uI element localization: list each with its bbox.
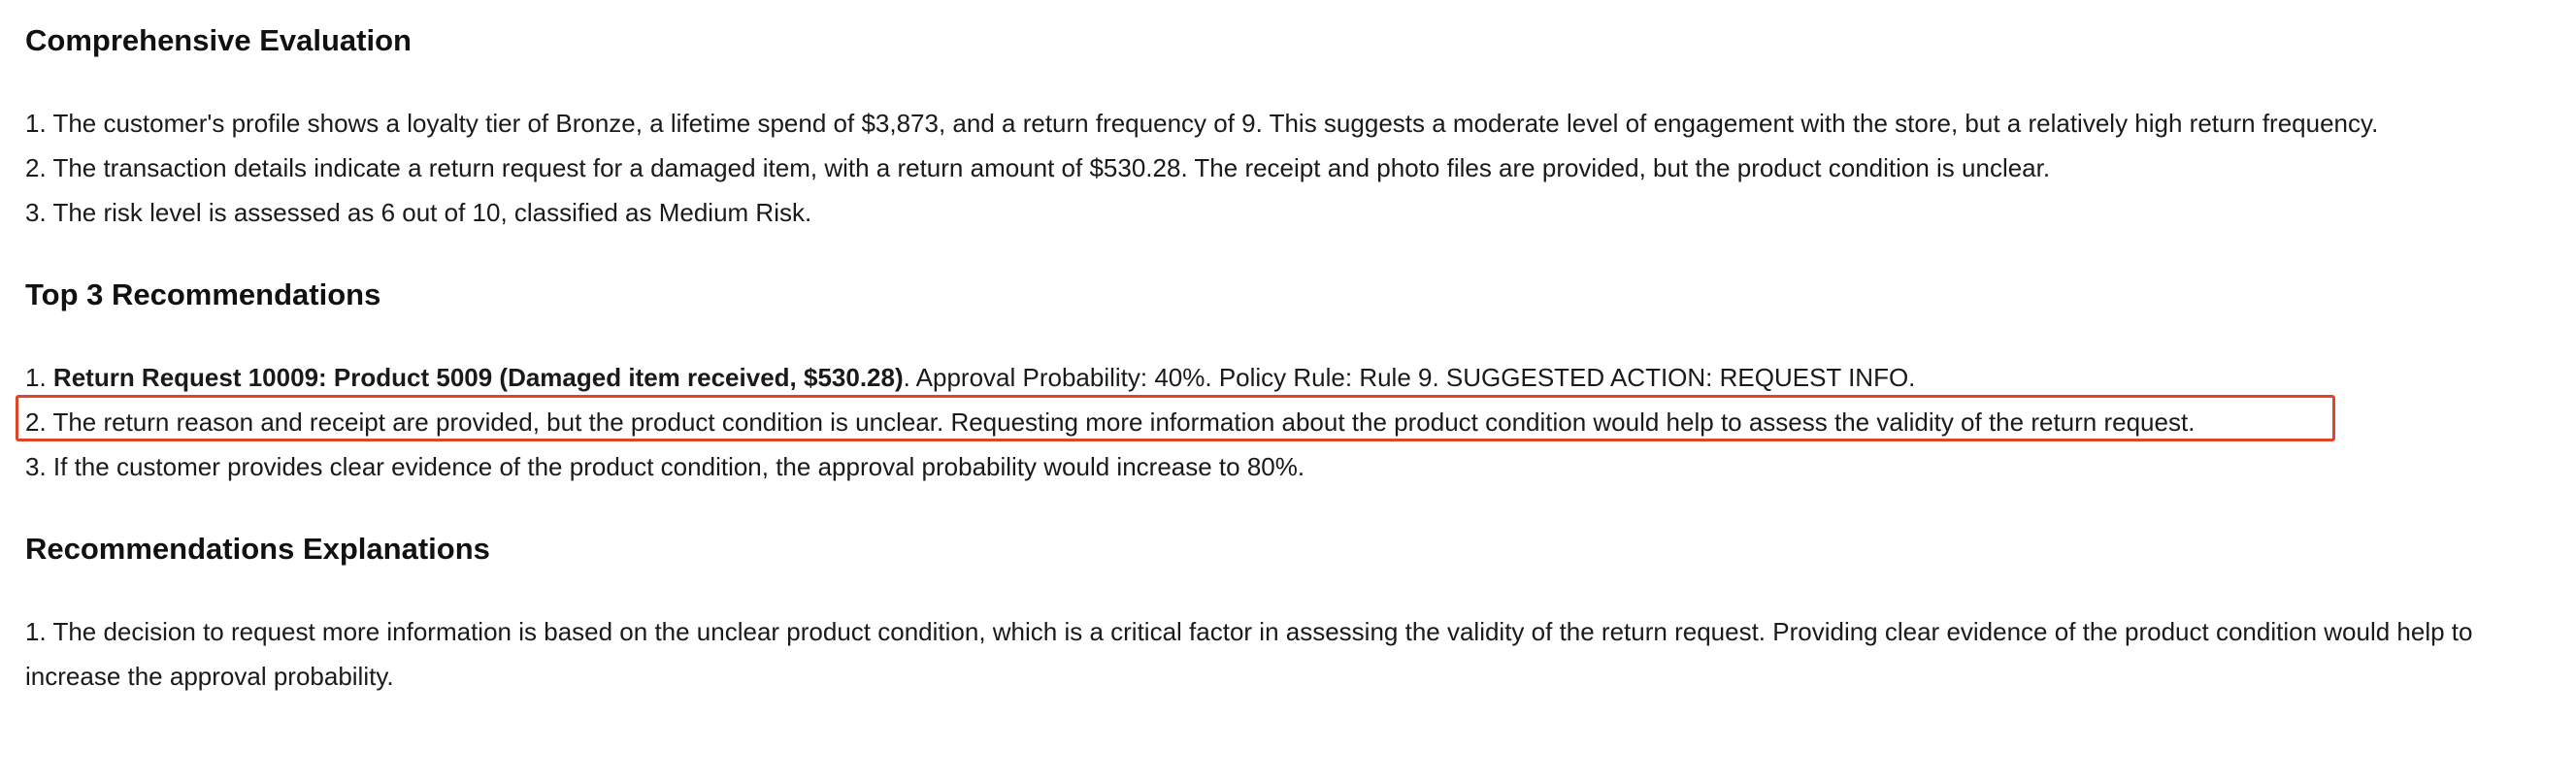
explanation-item-1: 1. The decision to request more informat…: [25, 617, 2473, 691]
recommendations-section: Top 3 Recommendations: [25, 279, 2551, 310]
evaluation-item-1: 1. The customer's profile shows a loyalt…: [25, 109, 2379, 138]
evaluation-item-3: 3. The risk level is assessed as 6 out o…: [25, 198, 812, 227]
recommendation-item-1-title: Return Request 10009: Product 5009 (Dama…: [52, 363, 904, 392]
recommendation-item-2: 2. The return reason and receipt are pro…: [25, 407, 2196, 437]
recommendation-item-1-prefix: 1.: [25, 363, 53, 392]
explanations-section: Recommendations Explanations: [25, 534, 2551, 564]
recommendation-item-1: 1. Return Request 10009: Product 5009 (D…: [25, 355, 2551, 400]
recommendation-item-1-details: . Approval Probability: 40%. Policy Rule…: [903, 363, 1916, 392]
explanations-heading: Recommendations Explanations: [25, 532, 490, 566]
evaluation-list: 1. The customer's profile shows a loyalt…: [25, 101, 2551, 235]
recommendation-item-2-wrapper: 2. The return reason and receipt are pro…: [16, 395, 2551, 444]
recommendations-heading: Top 3 Recommendations: [25, 277, 381, 311]
evaluation-section: Comprehensive Evaluation: [25, 25, 2551, 55]
evaluation-item-2: 2. The transaction details indicate a re…: [25, 153, 2051, 182]
evaluation-heading: Comprehensive Evaluation: [25, 23, 412, 57]
recommendations-list: 1. Return Request 10009: Product 5009 (D…: [16, 355, 2551, 489]
recommendation-item-3: 3. If the customer provides clear eviden…: [25, 452, 1305, 481]
explanations-list: 1. The decision to request more informat…: [25, 609, 2551, 699]
